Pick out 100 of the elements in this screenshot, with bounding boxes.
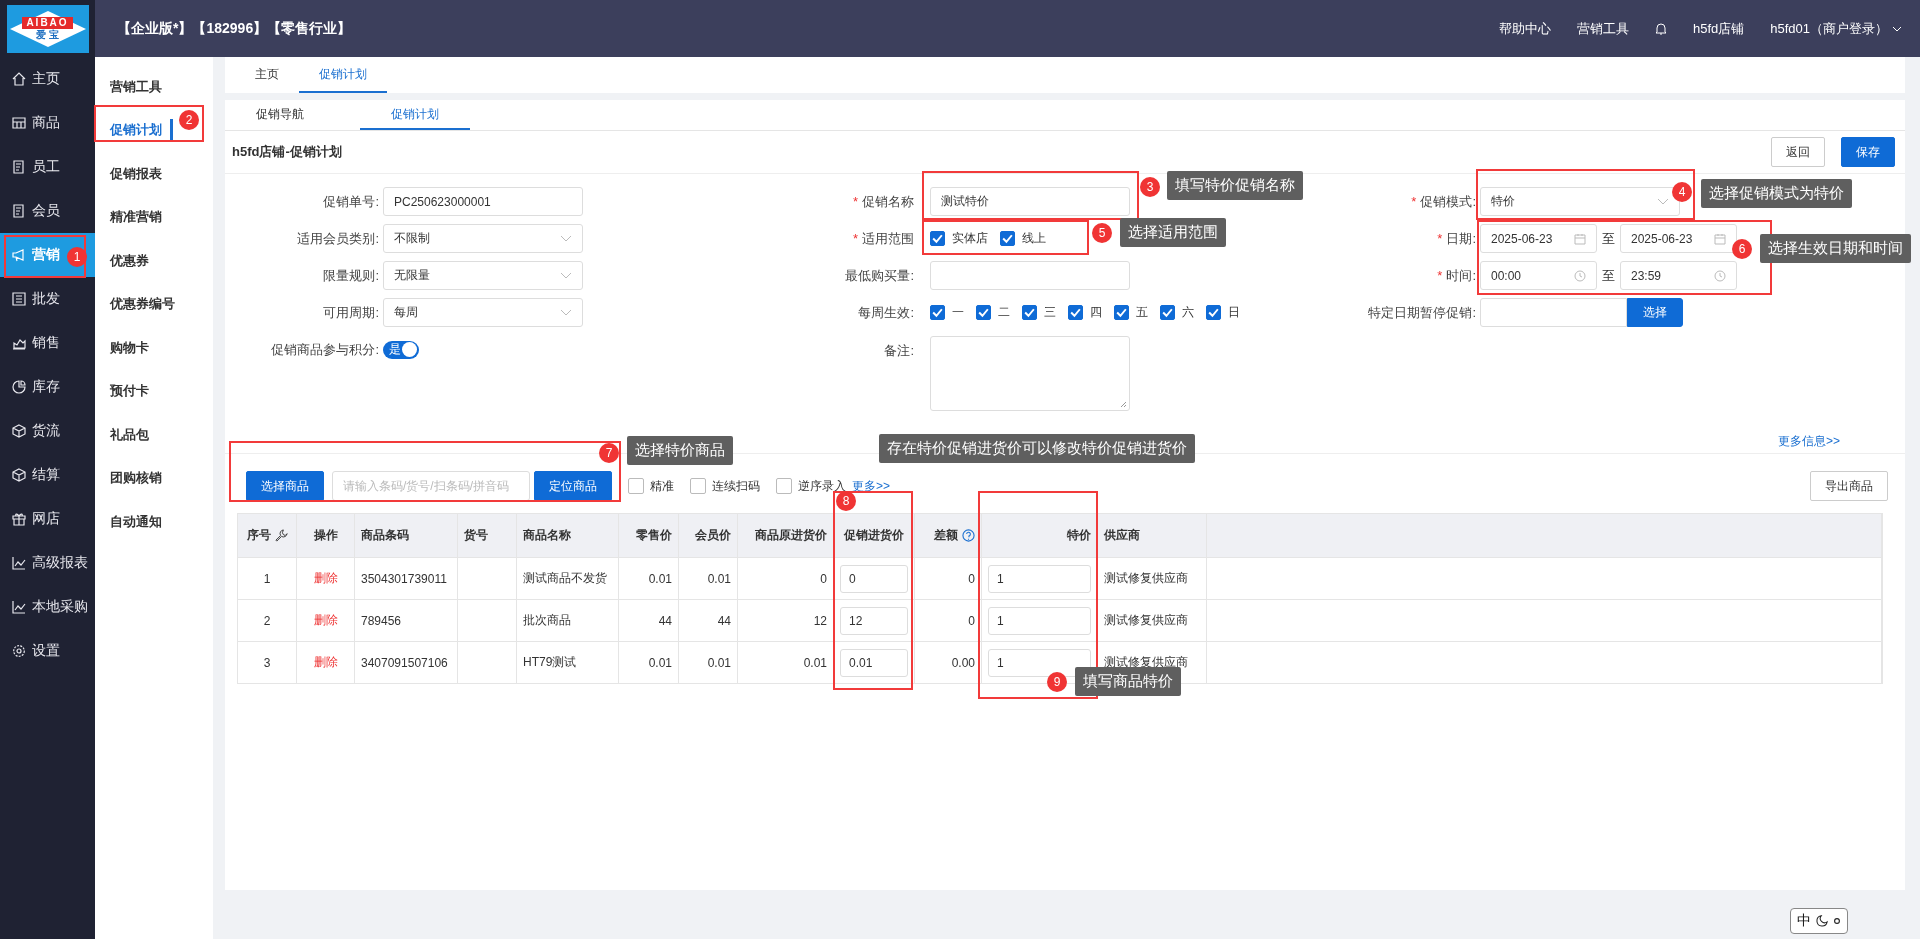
- text-field[interactable]: 测试特价: [930, 187, 1130, 216]
- circle-icon[interactable]: [1833, 917, 1841, 925]
- checkbox[interactable]: [1022, 305, 1037, 320]
- back-button[interactable]: 返回: [1771, 137, 1825, 167]
- submenu-item[interactable]: 精准营销: [110, 206, 173, 229]
- list-icon: [12, 292, 26, 306]
- save-button[interactable]: 保存: [1841, 137, 1895, 167]
- sidebar-item[interactable]: 商品: [0, 101, 95, 145]
- input-method-bar[interactable]: 中: [1790, 908, 1848, 934]
- header-link[interactable]: 帮助中心: [1498, 19, 1551, 38]
- submenu-item[interactable]: 促销报表: [110, 162, 173, 185]
- export-button[interactable]: 导出商品: [1810, 471, 1888, 501]
- time-field[interactable]: 23:59: [1620, 261, 1737, 290]
- sidebar-item[interactable]: 库存: [0, 365, 95, 409]
- user-menu[interactable]: h5fd01（商户登录）: [1770, 19, 1902, 38]
- sidebar-item[interactable]: 主页: [0, 57, 95, 101]
- field-label: 适用会员类别:: [297, 229, 379, 248]
- field-label: 日期:: [1446, 229, 1476, 248]
- wrench-icon[interactable]: [274, 529, 288, 542]
- edition-title: 【企业版*】【182996】【零售行业】: [117, 19, 352, 38]
- submenu-item[interactable]: 购物卡: [110, 336, 160, 359]
- more-info-link[interactable]: 更多信息>>: [1778, 433, 1840, 453]
- checkbox[interactable]: [1206, 305, 1221, 320]
- checkbox[interactable]: [930, 305, 945, 320]
- checkbox-label: 六: [1182, 304, 1194, 321]
- locate-goods-button[interactable]: 定位商品: [534, 471, 612, 501]
- field-label: 促销模式:: [1420, 192, 1476, 211]
- delete-link[interactable]: 删除: [313, 654, 338, 671]
- checkbox[interactable]: [628, 478, 644, 494]
- submenu-item[interactable]: 自动通知: [110, 510, 173, 533]
- page-tab[interactable]: 主页: [235, 57, 299, 93]
- text-field[interactable]: [930, 261, 1130, 290]
- submenu-item[interactable]: 促销计划: [110, 119, 173, 142]
- checkbox[interactable]: [930, 231, 945, 246]
- remark-field[interactable]: [930, 336, 1130, 411]
- sidebar-item[interactable]: 设置: [0, 629, 95, 673]
- sidebar-item[interactable]: 结算: [0, 453, 95, 497]
- toggle-switch[interactable]: 是: [383, 340, 419, 359]
- callout-tooltip: 存在特价促销进货价可以修改特价促销进货价: [879, 434, 1195, 463]
- sidebar-item[interactable]: 销售: [0, 321, 95, 365]
- help-icon[interactable]: [962, 529, 975, 542]
- select-field[interactable]: 特价: [1480, 187, 1680, 216]
- checkbox[interactable]: [1068, 305, 1083, 320]
- date-field[interactable]: 2025-06-23: [1620, 224, 1737, 253]
- choose-button[interactable]: 选择: [1627, 298, 1683, 327]
- submenu-item[interactable]: 团购核销: [110, 467, 173, 490]
- sub-tab[interactable]: 促销计划: [360, 100, 470, 130]
- moon-icon[interactable]: [1816, 915, 1828, 927]
- text-field[interactable]: PC250623000001: [383, 187, 583, 216]
- store-name[interactable]: h5fd店铺: [1692, 19, 1745, 38]
- select-field[interactable]: 每周: [383, 298, 583, 327]
- table-cell: 3504301739011: [361, 571, 447, 586]
- submenu-item[interactable]: 礼品包: [110, 423, 160, 446]
- clock-icon: [1574, 269, 1586, 282]
- search-field[interactable]: 请输入条码/货号/扫条码/拼音码: [332, 471, 530, 501]
- table-icon: [12, 116, 26, 130]
- select-field[interactable]: 无限量: [383, 261, 583, 290]
- checkbox[interactable]: [1114, 305, 1129, 320]
- checkbox-label: 五: [1136, 304, 1148, 321]
- date-picker-field[interactable]: [1480, 298, 1627, 327]
- checkbox[interactable]: [1000, 231, 1015, 246]
- price-input[interactable]: 1: [988, 564, 1091, 593]
- sidebar-item[interactable]: 本地采购: [0, 585, 95, 629]
- table-cell: 44: [658, 613, 672, 628]
- column-header: 商品条码: [361, 527, 409, 544]
- price-input[interactable]: 0.01: [840, 648, 908, 677]
- delete-link[interactable]: 删除: [313, 612, 338, 629]
- select-goods-button[interactable]: 选择商品: [246, 471, 324, 501]
- checkbox[interactable]: [690, 478, 706, 494]
- sidebar-item[interactable]: 网店: [0, 497, 95, 541]
- header-link[interactable]: 营销工具: [1576, 19, 1629, 38]
- page-tab[interactable]: 促销计划: [299, 57, 387, 93]
- time-field[interactable]: 00:00: [1480, 261, 1597, 290]
- sidebar-item[interactable]: 批发: [0, 277, 95, 321]
- submenu-item[interactable]: 预付卡: [110, 380, 160, 403]
- sidebar-item[interactable]: 员工: [0, 145, 95, 189]
- column-header: 商品名称: [523, 527, 571, 544]
- checkbox[interactable]: [976, 305, 991, 320]
- checkbox[interactable]: [776, 478, 792, 494]
- clock-icon: [1714, 269, 1726, 282]
- submenu-item[interactable]: 优惠券: [110, 249, 160, 272]
- bell-icon[interactable]: [1654, 21, 1667, 36]
- price-input[interactable]: 1: [988, 606, 1091, 635]
- table-cell: 测试修复供应商: [1104, 612, 1188, 629]
- price-input[interactable]: 0: [840, 564, 908, 593]
- select-field[interactable]: 不限制: [383, 224, 583, 253]
- date-field[interactable]: 2025-06-23: [1480, 224, 1597, 253]
- resize-handle-icon[interactable]: [1119, 400, 1127, 408]
- checkbox[interactable]: [1160, 305, 1175, 320]
- sidebar-item[interactable]: 会员: [0, 189, 95, 233]
- sub-tab[interactable]: 促销导航: [225, 100, 335, 130]
- sidebar-item[interactable]: 高级报表: [0, 541, 95, 585]
- table-cell: 0.01: [648, 571, 672, 586]
- delete-link[interactable]: 删除: [313, 570, 338, 587]
- submenu-item[interactable]: 优惠券编号: [110, 293, 186, 316]
- field-label: 时间:: [1446, 266, 1476, 285]
- price-input[interactable]: 12: [840, 606, 908, 635]
- settings-icon: [12, 644, 26, 658]
- submenu-item[interactable]: 营销工具: [110, 75, 173, 98]
- sidebar-item[interactable]: 货流: [0, 409, 95, 453]
